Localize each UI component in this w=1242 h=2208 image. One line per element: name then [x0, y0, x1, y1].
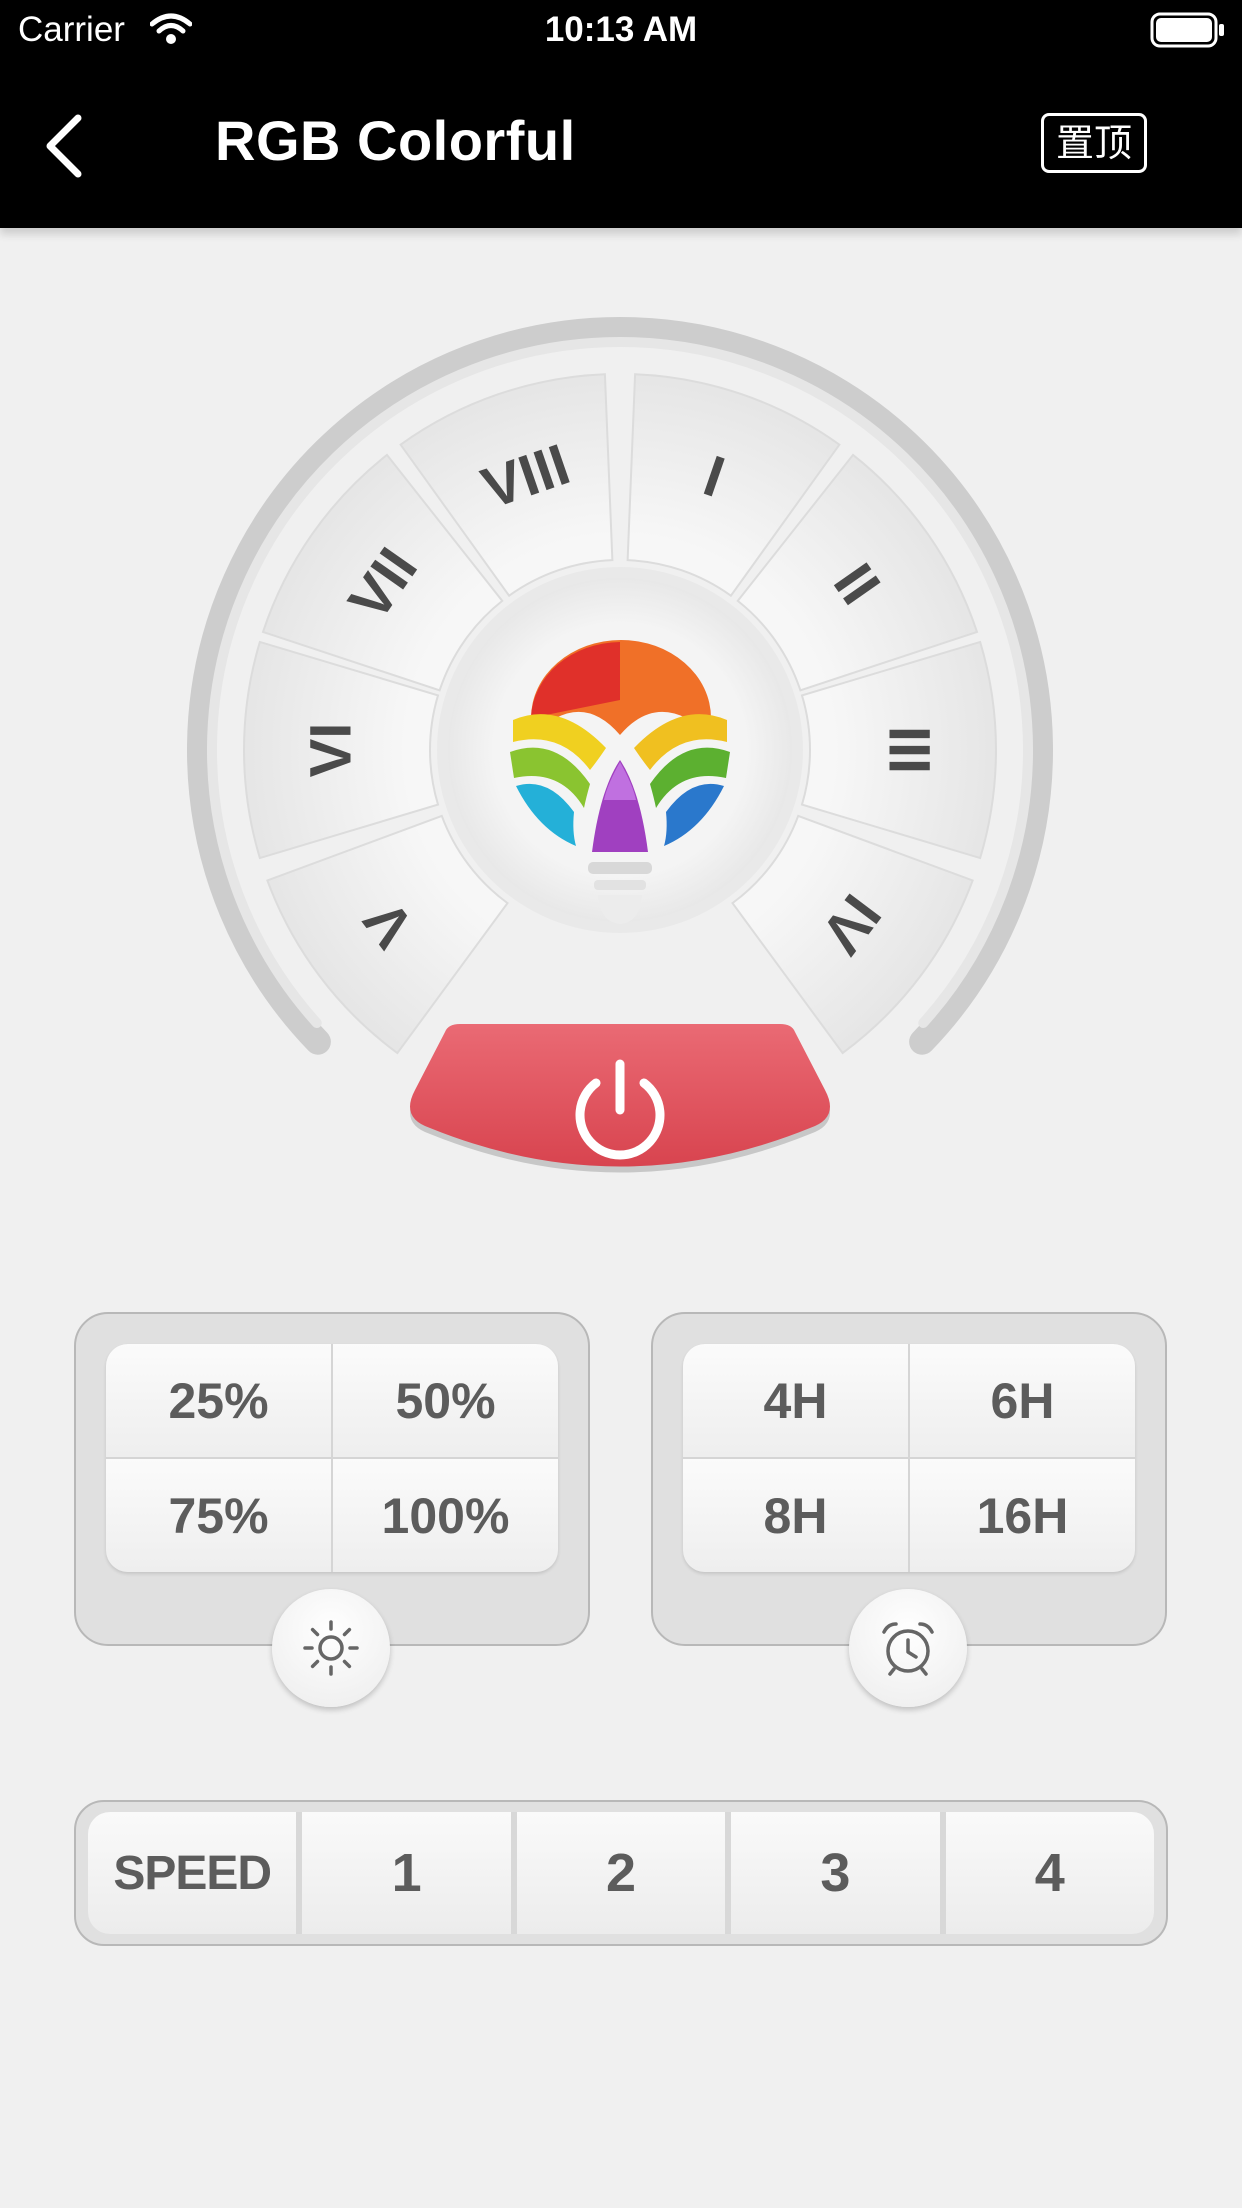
timer-panel: 4H 6H 8H 16H — [651, 1312, 1167, 1707]
brightness-100-button[interactable]: 100% — [333, 1459, 558, 1572]
timer-16h-button[interactable]: 16H — [910, 1459, 1135, 1572]
chevron-left-icon — [46, 114, 82, 178]
sun-icon — [303, 1620, 359, 1676]
timer-knob — [849, 1589, 967, 1707]
pin-to-top-button[interactable]: 置顶 — [1041, 113, 1147, 173]
brightness-grid: 25% 50% 75% 100% — [106, 1344, 558, 1572]
status-bar: Carrier 10:13 AM — [0, 0, 1242, 62]
speed-3-button[interactable]: 3 — [731, 1812, 940, 1934]
brightness-75-button[interactable]: 75% — [106, 1459, 331, 1572]
speed-2-button[interactable]: 2 — [516, 1812, 726, 1934]
speed-panel: SPEED 1 2 3 4 — [74, 1800, 1168, 1946]
timer-6h-button[interactable]: 6H — [910, 1344, 1135, 1457]
status-time: 10:13 AM — [544, 10, 698, 49]
timer-8h-button[interactable]: 8H — [683, 1459, 908, 1572]
back-button[interactable] — [40, 106, 100, 186]
battery-icon — [1150, 12, 1226, 53]
timer-4h-button[interactable]: 4H — [683, 1344, 908, 1457]
speed-row: SPEED 1 2 3 4 — [88, 1812, 1154, 1934]
alarm-clock-icon — [882, 1622, 934, 1676]
brightness-50-button[interactable]: 50% — [333, 1344, 558, 1457]
brightness-25-button[interactable]: 25% — [106, 1344, 331, 1457]
brightness-panel: 25% 50% 75% 100% — [74, 1312, 590, 1707]
mode-label: III — [877, 726, 942, 774]
speed-4-button[interactable]: 4 — [945, 1812, 1154, 1934]
page-title: RGB Colorful — [215, 109, 576, 172]
mode-label: VI — [298, 723, 363, 778]
speed-label: SPEED — [88, 1812, 297, 1934]
timer-grid: 4H 6H 8H 16H — [683, 1344, 1135, 1572]
power-button[interactable] — [410, 1024, 830, 1173]
nav-bar: RGB Colorful 置顶 — [0, 62, 1242, 228]
brightness-knob — [272, 1589, 390, 1707]
speed-1-button[interactable]: 1 — [302, 1812, 511, 1934]
mode-dial: I II III IV V VI VII VIII — [0, 228, 1242, 1228]
